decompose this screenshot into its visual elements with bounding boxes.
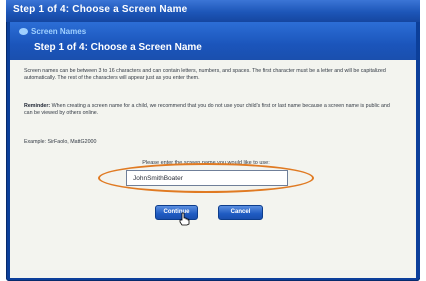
wizard-header: Screen Names Step 1 of 4: Choose a Scree… xyxy=(10,22,416,60)
logo-text: Screen Names xyxy=(31,27,87,36)
window-right-border xyxy=(416,22,420,278)
step-title: Step 1 of 4: Choose a Screen Name xyxy=(34,42,202,53)
window-title-bar[interactable]: Step 1 of 4: Choose a Screen Name xyxy=(6,0,420,22)
reminder-text: When creating a screen name for a child,… xyxy=(24,103,390,117)
wizard-body: Screen names can be between 3 to 16 char… xyxy=(10,60,416,278)
reminder-label: Reminder: xyxy=(24,103,51,109)
wizard-client-area: Screen Names Step 1 of 4: Choose a Scree… xyxy=(10,22,416,278)
hand-cursor-icon xyxy=(179,212,190,226)
reminder-paragraph: Reminder: When creating a screen name fo… xyxy=(24,103,396,117)
cancel-button[interactable]: Cancel xyxy=(218,205,263,220)
aol-logo-icon xyxy=(19,28,28,35)
continue-button[interactable]: Continue xyxy=(155,205,198,220)
window-title: Step 1 of 4: Choose a Screen Name xyxy=(13,4,188,15)
example-text: Example: SirFaolo, MattG2000 xyxy=(24,139,97,145)
instructions-paragraph: Screen names can be between 3 to 16 char… xyxy=(24,68,386,82)
highlight-ellipse xyxy=(98,163,314,193)
screen-names-logo: Screen Names xyxy=(19,27,86,36)
